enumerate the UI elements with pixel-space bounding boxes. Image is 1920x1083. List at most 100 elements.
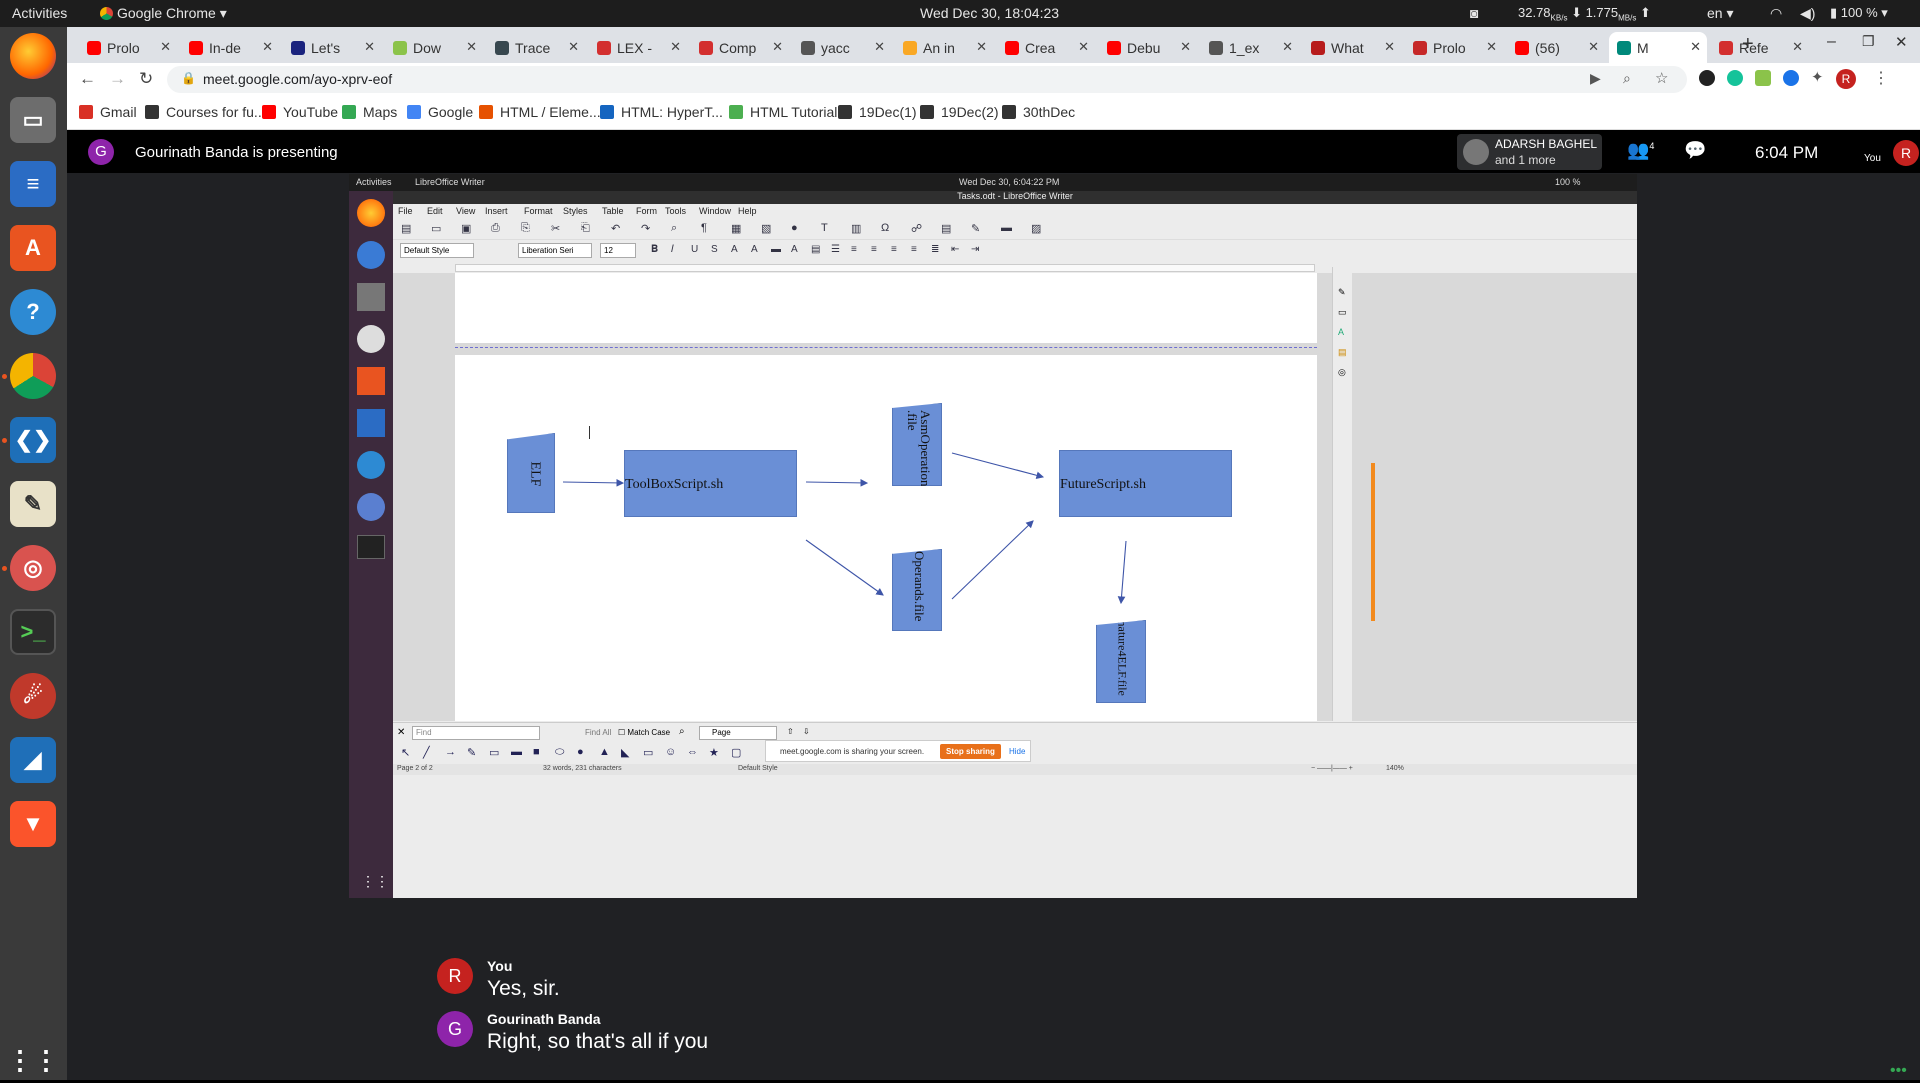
- browser-tab[interactable]: Let's ✕: [283, 32, 381, 63]
- menu-item[interactable]: Edit: [427, 206, 443, 216]
- kebab-menu-icon[interactable]: ⋮: [1873, 68, 1889, 88]
- browser-tab[interactable]: yacc ✕: [793, 32, 891, 63]
- close-tab-icon[interactable]: ✕: [466, 39, 477, 55]
- minimize-button[interactable]: –: [1827, 33, 1836, 51]
- toolbar-button-icon[interactable]: ↷: [641, 222, 650, 235]
- toolbar-button-icon[interactable]: ▣: [461, 222, 471, 235]
- new-tab-button[interactable]: +: [1742, 33, 1754, 56]
- toolbar-button-icon[interactable]: ⎙: [491, 222, 500, 235]
- close-tab-icon[interactable]: ✕: [1282, 39, 1293, 55]
- toolbar-button-icon[interactable]: ✂: [551, 222, 560, 235]
- close-tab-icon[interactable]: ✕: [568, 39, 579, 55]
- browser-tab[interactable]: 1_ex ✕: [1201, 32, 1299, 63]
- toolbar-button-icon[interactable]: ▨: [1031, 222, 1041, 235]
- writer-icon[interactable]: ≡: [10, 161, 56, 207]
- battery-indicator[interactable]: ▮ 100 % ▾: [1830, 5, 1888, 21]
- zoom-icon[interactable]: ⌕: [1623, 70, 1631, 87]
- toolbar-button-icon[interactable]: ↶: [611, 222, 620, 235]
- browser-tab[interactable]: An in ✕: [895, 32, 993, 63]
- next-icon[interactable]: ⇩: [803, 727, 810, 736]
- drawing-tool-icon[interactable]: ✎: [467, 746, 476, 759]
- restore-button[interactable]: ❐: [1862, 33, 1875, 50]
- format-button-icon[interactable]: 𝐼: [671, 244, 674, 255]
- close-tab-icon[interactable]: ✕: [1078, 39, 1089, 55]
- menu-item[interactable]: Tools: [665, 206, 686, 216]
- bookmark-item[interactable]: Maps: [342, 104, 397, 120]
- signature-node[interactable]: signature4ELF.file: [1096, 620, 1146, 703]
- toolbar-button-icon[interactable]: ⎗: [581, 222, 590, 235]
- wireshark-icon[interactable]: ◢: [10, 737, 56, 783]
- toolbar-button-icon[interactable]: ▤: [941, 222, 951, 235]
- clock[interactable]: Wed Dec 30, 18:04:23: [920, 5, 1059, 21]
- menu-item[interactable]: Format: [524, 206, 553, 216]
- reload-button[interactable]: ↻: [139, 69, 153, 89]
- menu-item[interactable]: File: [398, 206, 413, 216]
- styles-icon[interactable]: A: [1338, 327, 1344, 337]
- bookmark-item[interactable]: HTML Tutorial: [729, 104, 837, 120]
- toolbar-button-icon[interactable]: ⎘: [521, 222, 530, 235]
- address-bar[interactable]: 🔒 meet.google.com/ayo-xprv-eof ▶ ⌕ ☆: [167, 66, 1687, 93]
- bookmark-item[interactable]: 19Dec(1): [838, 104, 917, 120]
- bookmark-item[interactable]: 30thDec: [1002, 104, 1075, 120]
- toolbar-button-icon[interactable]: ▦: [731, 222, 741, 235]
- vscode-icon[interactable]: ❮❯: [10, 417, 56, 463]
- future-script-node[interactable]: FutureScript.sh: [1059, 450, 1232, 517]
- scrollbar-thumb[interactable]: [1371, 463, 1375, 621]
- format-button-icon[interactable]: A: [791, 244, 798, 255]
- people-icon[interactable]: 👥4: [1627, 140, 1654, 161]
- navigate-by-select[interactable]: Page: [699, 726, 777, 740]
- asm-operations-node[interactable]: AsmOperations .file: [892, 403, 942, 486]
- self-avatar[interactable]: R: [1893, 140, 1919, 166]
- stop-sharing-button[interactable]: Stop sharing: [940, 744, 1001, 759]
- bookmark-item[interactable]: Gmail: [79, 104, 137, 120]
- browser-tab[interactable]: Dow ✕: [385, 32, 483, 63]
- navigator-icon[interactable]: ◎: [1338, 367, 1346, 378]
- menu-item[interactable]: Insert: [485, 206, 508, 216]
- find-input[interactable]: Find: [412, 726, 540, 740]
- drawing-tool-icon[interactable]: ◣: [621, 746, 629, 759]
- drawing-tool-icon[interactable]: →: [445, 746, 456, 758]
- menu-item[interactable]: Form: [636, 206, 657, 216]
- drawing-tool-icon[interactable]: ☺: [665, 746, 676, 758]
- back-button[interactable]: ←: [79, 69, 96, 89]
- format-button-icon[interactable]: A: [751, 244, 758, 255]
- browser-tab[interactable]: M ✕: [1609, 32, 1707, 63]
- properties-icon[interactable]: ✎: [1338, 287, 1346, 298]
- match-case-checkbox[interactable]: ☐ Match Case: [618, 728, 670, 737]
- drawing-tool-icon[interactable]: ▲: [599, 746, 610, 758]
- toolbar-button-icon[interactable]: Ω: [881, 222, 889, 234]
- gallery-icon[interactable]: ▤: [1338, 347, 1347, 358]
- previous-icon[interactable]: ⇧: [787, 727, 794, 736]
- extension-icon[interactable]: [1783, 70, 1799, 86]
- format-button-icon[interactable]: ≡: [851, 244, 857, 255]
- bookmark-star-icon[interactable]: ☆: [1655, 69, 1668, 87]
- drawing-tool-icon[interactable]: ▭: [489, 746, 499, 759]
- format-button-icon[interactable]: A: [731, 244, 738, 255]
- toolbar-button-icon[interactable]: ⌕: [671, 222, 677, 235]
- paragraph-style-select[interactable]: Default Style: [400, 243, 474, 258]
- browser-tab[interactable]: In-de ✕: [181, 32, 279, 63]
- toolbar-button-icon[interactable]: ☍: [911, 222, 922, 235]
- drawing-tool-icon[interactable]: ▢: [731, 746, 741, 759]
- zoom-slider[interactable]: − ——|—— +: [1311, 765, 1377, 773]
- operands-node[interactable]: Operands.file: [892, 549, 942, 631]
- horizontal-ruler[interactable]: [455, 264, 1315, 272]
- profile-avatar[interactable]: R: [1836, 69, 1856, 89]
- find-all-button[interactable]: Find All: [585, 728, 611, 737]
- toolbar-button-icon[interactable]: ▧: [761, 222, 771, 235]
- format-button-icon[interactable]: ≡: [891, 244, 897, 255]
- toolbox-node[interactable]: ToolBoxScript.sh: [624, 450, 797, 517]
- drawing-tool-icon[interactable]: ●: [577, 746, 584, 758]
- browser-tab[interactable]: Refe ✕: [1711, 32, 1809, 63]
- drawing-tool-icon[interactable]: ⬭: [555, 746, 564, 759]
- format-button-icon[interactable]: ⇥: [971, 244, 979, 255]
- close-tab-icon[interactable]: ✕: [772, 39, 783, 55]
- help-icon[interactable]: ?: [10, 289, 56, 335]
- menu-item[interactable]: View: [456, 206, 475, 216]
- toolbar-button-icon[interactable]: ▭: [431, 222, 441, 235]
- browser-tab[interactable]: Trace ✕: [487, 32, 585, 63]
- files-icon[interactable]: ▭: [10, 97, 56, 143]
- close-tab-icon[interactable]: ✕: [262, 39, 273, 55]
- bookmark-item[interactable]: HTML / Eleme...: [479, 104, 601, 120]
- close-tab-icon[interactable]: ✕: [670, 39, 681, 55]
